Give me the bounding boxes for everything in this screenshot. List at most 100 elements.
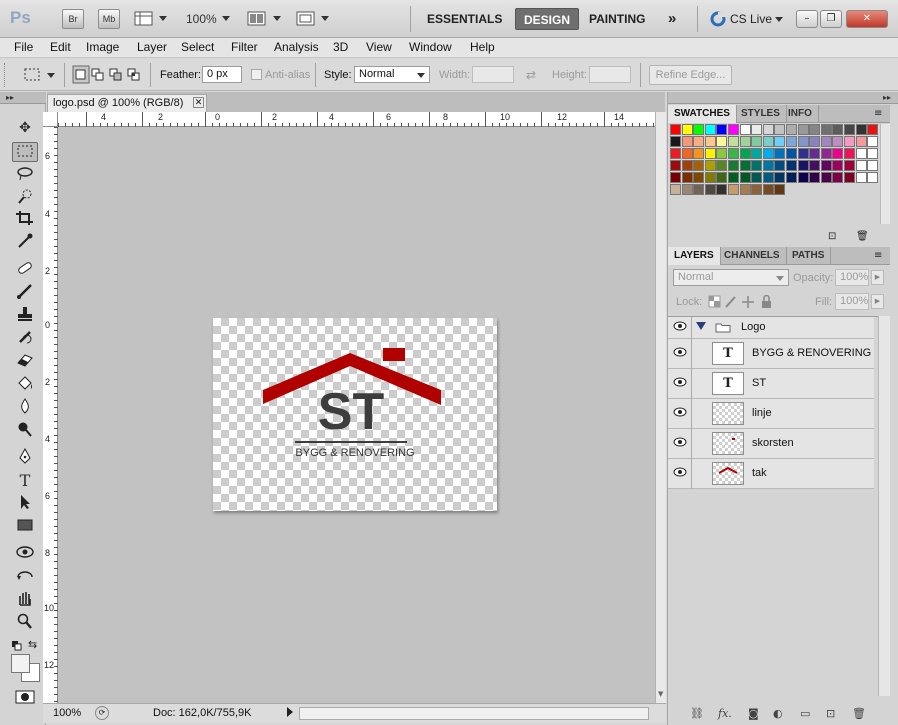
- lock-pixels-icon[interactable]: [725, 296, 736, 308]
- color-swatch[interactable]: [693, 184, 705, 195]
- vertical-ruler[interactable]: 6 4 2 0 2 4 6 8 10 12: [43, 127, 58, 703]
- color-swatch[interactable]: [704, 160, 716, 171]
- launch-bridge-button[interactable]: Br: [62, 9, 84, 29]
- rectangular-marquee-tool-icon[interactable]: [12, 142, 38, 162]
- chevron-down-icon[interactable]: [159, 16, 167, 21]
- color-swatch[interactable]: [728, 160, 739, 171]
- color-swatch[interactable]: [774, 148, 786, 159]
- color-swatch[interactable]: [774, 172, 786, 183]
- tab-styles[interactable]: STYLES: [735, 105, 787, 123]
- fill-arrow-icon[interactable]: ▶: [871, 294, 884, 309]
- color-swatch[interactable]: [681, 124, 693, 135]
- color-swatch[interactable]: [832, 148, 844, 159]
- workspace-essentials-button[interactable]: ESSENTIALS: [419, 8, 510, 30]
- chevron-down-icon[interactable]: [775, 17, 783, 22]
- height-field[interactable]: [589, 66, 631, 83]
- color-swatch[interactable]: [820, 136, 832, 147]
- swap-colors-icon[interactable]: ⇆: [28, 638, 37, 651]
- color-swatch[interactable]: [693, 160, 705, 171]
- horizontal-scrollbar[interactable]: [299, 707, 649, 720]
- color-swatch[interactable]: [739, 172, 751, 183]
- color-swatch[interactable]: [670, 124, 681, 135]
- color-swatch[interactable]: [716, 160, 728, 171]
- cs-live-menu[interactable]: CS Live: [730, 12, 772, 26]
- color-swatch[interactable]: [855, 136, 867, 147]
- color-swatch[interactable]: [693, 136, 705, 147]
- style-select[interactable]: Normal: [354, 66, 430, 83]
- tool-preset-picker[interactable]: [22, 65, 44, 85]
- color-swatch[interactable]: [762, 184, 774, 195]
- color-swatch[interactable]: [739, 136, 751, 147]
- color-swatch[interactable]: [681, 160, 693, 171]
- blur-tool-icon[interactable]: [12, 398, 38, 418]
- foreground-color-swatch[interactable]: [11, 654, 30, 673]
- quick-mask-mode-icon[interactable]: [15, 690, 35, 704]
- swatch-grid[interactable]: [670, 124, 880, 220]
- fill-field[interactable]: 100%: [835, 293, 869, 310]
- collapse-panels-icon[interactable]: ▸▸: [668, 92, 898, 104]
- options-bar-grip[interactable]: [4, 63, 8, 87]
- expand-group-icon[interactable]: [696, 322, 706, 330]
- status-zoom-field[interactable]: 100%: [53, 707, 81, 719]
- hand-tool-icon[interactable]: [12, 590, 38, 610]
- color-swatch[interactable]: [855, 160, 867, 171]
- horizontal-ruler[interactable]: 4 2 0 2 4 6 8 10 12 14: [58, 112, 655, 127]
- layer-row[interactable]: skorsten: [668, 429, 874, 459]
- status-export-icon[interactable]: ⟳: [95, 706, 109, 720]
- close-button[interactable]: ✕: [846, 10, 888, 28]
- scroll-down-icon[interactable]: ▼: [658, 690, 663, 698]
- more-workspaces-button[interactable]: »: [660, 8, 684, 30]
- color-swatch[interactable]: [820, 124, 832, 135]
- swap-width-height-icon[interactable]: ⇄: [526, 68, 536, 82]
- color-swatch[interactable]: [728, 172, 739, 183]
- layer-row[interactable]: tak: [668, 459, 874, 489]
- rectangle-tool-icon[interactable]: [12, 517, 38, 537]
- color-swatch[interactable]: [774, 184, 786, 195]
- history-brush-tool-icon[interactable]: [12, 329, 38, 349]
- color-swatch[interactable]: [786, 124, 797, 135]
- status-menu-arrow-icon[interactable]: [287, 707, 293, 717]
- color-swatch[interactable]: [786, 172, 797, 183]
- launch-mini-bridge-button[interactable]: Mb: [98, 9, 120, 29]
- color-swatch[interactable]: [751, 172, 763, 183]
- menu-edit[interactable]: Edit: [50, 38, 71, 58]
- tab-info[interactable]: INFO: [782, 105, 819, 123]
- lock-transparency-icon[interactable]: [708, 295, 721, 308]
- color-swatch[interactable]: [728, 148, 739, 159]
- spot-healing-brush-tool-icon[interactable]: [12, 260, 38, 280]
- color-swatch[interactable]: [716, 124, 728, 135]
- color-swatch[interactable]: [867, 160, 879, 171]
- color-swatch[interactable]: [844, 172, 855, 183]
- color-swatch[interactable]: [820, 148, 832, 159]
- color-swatch[interactable]: [739, 148, 751, 159]
- anti-alias-checkbox[interactable]: [251, 69, 262, 80]
- menu-file[interactable]: File: [14, 38, 33, 58]
- layer-group-row[interactable]: Logo: [668, 317, 874, 339]
- screen-mode-button[interactable]: [296, 10, 316, 28]
- color-swatch[interactable]: [809, 160, 821, 171]
- panel-menu-icon[interactable]: ≡: [874, 108, 882, 119]
- new-group-icon[interactable]: ▭: [800, 707, 810, 720]
- color-swatch[interactable]: [704, 136, 716, 147]
- color-swatch[interactable]: [786, 160, 797, 171]
- color-swatch[interactable]: [670, 184, 681, 195]
- lock-all-icon[interactable]: [762, 294, 771, 309]
- color-swatch[interactable]: [832, 172, 844, 183]
- color-swatch[interactable]: [751, 160, 763, 171]
- color-swatch[interactable]: [844, 148, 855, 159]
- vertical-scrollbar[interactable]: ▼: [655, 112, 666, 703]
- tab-layers[interactable]: LAYERS: [668, 247, 721, 265]
- arrange-documents-button[interactable]: [247, 10, 267, 28]
- color-swatch[interactable]: [867, 148, 879, 159]
- adjustment-layer-icon[interactable]: ◐: [773, 707, 783, 720]
- brush-tool-icon[interactable]: [12, 283, 38, 303]
- color-swatch[interactable]: [786, 148, 797, 159]
- new-layer-icon[interactable]: ⊡: [826, 707, 835, 720]
- add-to-selection-icon[interactable]: [91, 68, 104, 81]
- color-swatch[interactable]: [728, 184, 739, 195]
- visibility-eye-icon[interactable]: [672, 347, 688, 359]
- subtract-from-selection-icon[interactable]: [109, 68, 122, 81]
- color-swatch[interactable]: [797, 136, 809, 147]
- path-selection-tool-icon[interactable]: [12, 494, 38, 514]
- menu-select[interactable]: Select: [181, 38, 214, 58]
